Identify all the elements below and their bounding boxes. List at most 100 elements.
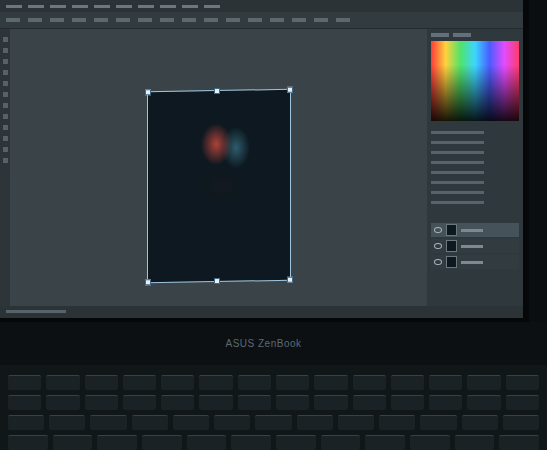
key[interactable] <box>238 395 271 410</box>
key[interactable] <box>46 395 79 410</box>
key[interactable] <box>97 435 137 450</box>
key[interactable] <box>8 375 41 390</box>
property-row[interactable] <box>431 161 484 164</box>
document-image[interactable] <box>148 90 290 282</box>
tool-icon[interactable] <box>3 114 8 119</box>
key[interactable] <box>123 395 156 410</box>
tool-icon[interactable] <box>3 70 8 75</box>
eye-icon[interactable] <box>434 227 442 233</box>
property-row[interactable] <box>431 151 484 154</box>
transform-handle[interactable] <box>214 278 220 284</box>
menu-item[interactable] <box>28 5 44 8</box>
key[interactable] <box>467 375 500 390</box>
layer-row[interactable] <box>431 239 519 253</box>
key[interactable] <box>365 435 405 450</box>
option-control[interactable] <box>28 18 42 22</box>
transform-handle[interactable] <box>214 88 220 94</box>
option-control[interactable] <box>292 18 306 22</box>
key[interactable] <box>46 375 79 390</box>
tool-icon[interactable] <box>3 37 8 42</box>
menu-item[interactable] <box>116 5 132 8</box>
key[interactable] <box>314 375 347 390</box>
menu-item[interactable] <box>160 5 176 8</box>
key[interactable] <box>429 375 462 390</box>
key[interactable] <box>379 415 415 430</box>
key[interactable] <box>276 395 309 410</box>
property-row[interactable] <box>431 131 484 134</box>
key[interactable] <box>455 435 495 450</box>
option-control[interactable] <box>182 18 196 22</box>
option-control[interactable] <box>248 18 262 22</box>
menu-item[interactable] <box>204 5 220 8</box>
transform-handle[interactable] <box>287 277 293 283</box>
tool-icon[interactable] <box>3 147 8 152</box>
key[interactable] <box>53 435 93 450</box>
option-control[interactable] <box>50 18 64 22</box>
key[interactable] <box>199 395 232 410</box>
key[interactable] <box>161 395 194 410</box>
key[interactable] <box>353 395 386 410</box>
key[interactable] <box>410 435 450 450</box>
key[interactable] <box>238 375 271 390</box>
transform-handle[interactable] <box>287 87 293 93</box>
key[interactable] <box>353 375 386 390</box>
option-control[interactable] <box>204 18 218 22</box>
key[interactable] <box>503 415 539 430</box>
key[interactable] <box>276 435 316 450</box>
eye-icon[interactable] <box>434 243 442 249</box>
key[interactable] <box>142 435 182 450</box>
key[interactable] <box>214 415 250 430</box>
option-control[interactable] <box>226 18 240 22</box>
key[interactable] <box>173 415 209 430</box>
tool-icon[interactable] <box>3 59 8 64</box>
key[interactable] <box>199 375 232 390</box>
property-row[interactable] <box>431 191 484 194</box>
option-control[interactable] <box>72 18 86 22</box>
property-row[interactable] <box>431 171 484 174</box>
transform-handle[interactable] <box>145 279 151 285</box>
tool-icon[interactable] <box>3 136 8 141</box>
key[interactable] <box>314 395 347 410</box>
key[interactable] <box>506 375 539 390</box>
tool-icon[interactable] <box>3 125 8 130</box>
property-row[interactable] <box>431 201 484 204</box>
key[interactable] <box>123 375 156 390</box>
panel-tab[interactable] <box>431 33 449 37</box>
key[interactable] <box>391 395 424 410</box>
key[interactable] <box>420 415 456 430</box>
key[interactable] <box>391 375 424 390</box>
key[interactable] <box>467 395 500 410</box>
tool-icon[interactable] <box>3 81 8 86</box>
key[interactable] <box>8 435 48 450</box>
tool-icon[interactable] <box>3 92 8 97</box>
layer-row[interactable] <box>431 223 519 237</box>
eye-icon[interactable] <box>434 259 442 265</box>
menu-item[interactable] <box>182 5 198 8</box>
menu-item[interactable] <box>50 5 66 8</box>
color-picker[interactable] <box>431 41 519 121</box>
key[interactable] <box>321 435 361 450</box>
menu-item[interactable] <box>94 5 110 8</box>
option-control[interactable] <box>160 18 174 22</box>
key[interactable] <box>231 435 271 450</box>
key[interactable] <box>85 375 118 390</box>
key[interactable] <box>429 395 462 410</box>
option-control[interactable] <box>94 18 108 22</box>
panel-tab[interactable] <box>453 33 471 37</box>
tool-icon[interactable] <box>3 48 8 53</box>
property-row[interactable] <box>431 141 484 144</box>
key[interactable] <box>49 415 85 430</box>
key[interactable] <box>187 435 227 450</box>
transform-handle[interactable] <box>145 89 151 95</box>
key[interactable] <box>85 395 118 410</box>
key[interactable] <box>276 375 309 390</box>
key[interactable] <box>338 415 374 430</box>
option-control[interactable] <box>314 18 328 22</box>
menu-item[interactable] <box>72 5 88 8</box>
tool-icon[interactable] <box>3 103 8 108</box>
key[interactable] <box>506 395 539 410</box>
option-control[interactable] <box>336 18 350 22</box>
key[interactable] <box>297 415 333 430</box>
option-control[interactable] <box>6 18 20 22</box>
option-control[interactable] <box>270 18 284 22</box>
